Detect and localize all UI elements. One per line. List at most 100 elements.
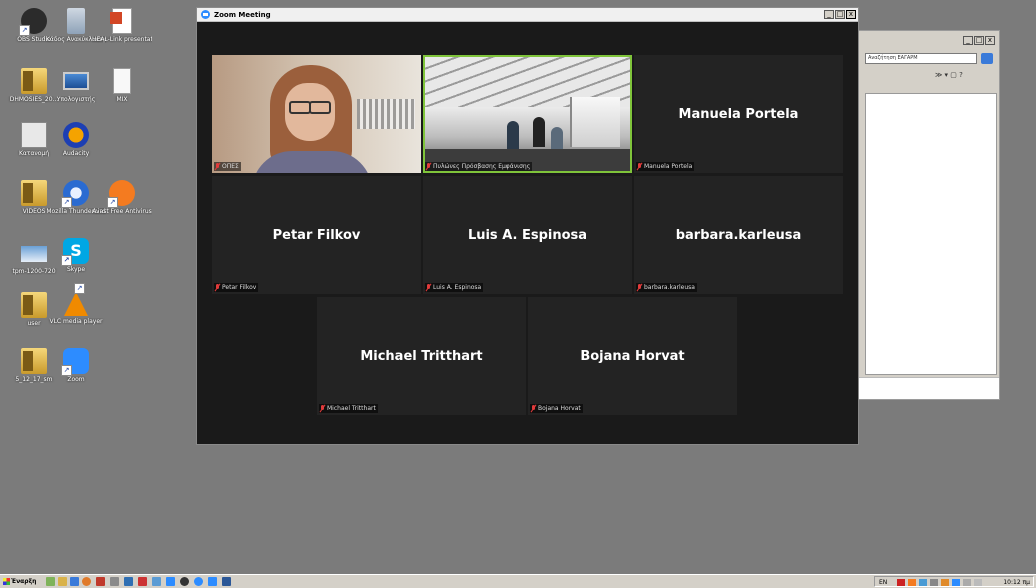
desktop-icon-avast[interactable]: Avast Free Antivirus	[92, 180, 152, 215]
participant-display-name: barbara.karleusa	[675, 227, 802, 243]
mic-muted-icon	[426, 284, 431, 291]
language-indicator[interactable]: EN	[879, 577, 887, 588]
minimize-button[interactable]: _	[963, 36, 973, 45]
desktop-icon-zoom[interactable]: Zoom	[46, 348, 106, 383]
image-file-icon	[21, 246, 47, 262]
participant-name: barbara.karleusa	[644, 284, 695, 291]
participant-name-tag: Michael Tritthart	[319, 404, 378, 413]
participant-name-tag: Luis A. Espinosa	[425, 283, 484, 292]
mic-muted-icon	[531, 405, 536, 412]
powerpoint-file-icon	[110, 8, 132, 34]
network-icon[interactable]	[919, 579, 927, 586]
desktop-icon-label: MIX	[116, 96, 128, 103]
background-explorer-window[interactable]: _ □ x Αναζήτηση ΕΑΓΑΡΜ ≫ ▾ ▢ ?	[858, 30, 1000, 400]
participant-name-tag: ΟΠΕΣ	[214, 162, 241, 171]
participant-name: Petar Filkov	[222, 284, 257, 291]
firefox-icon[interactable]	[82, 577, 91, 586]
participant-name: Luis A. Espinosa	[433, 284, 482, 291]
app-icon[interactable]	[110, 577, 119, 586]
avast-icon[interactable]	[908, 579, 916, 586]
maximize-button[interactable]: □	[974, 36, 984, 45]
participant-name: Michael Tritthart	[327, 405, 376, 412]
desktop-icon-mix[interactable]: MIX	[92, 68, 152, 103]
participant-name: Manuela Portela	[644, 163, 693, 170]
desktop-icon-label: Avast Free Antivirus	[92, 208, 152, 215]
app-icon[interactable]	[124, 577, 133, 586]
participant-tile[interactable]: Manuela Portela Manuela Portela	[634, 55, 843, 173]
search-input[interactable]: Αναζήτηση ΕΑΓΑΡΜ	[865, 53, 977, 64]
desktop-icon-label: VLC media player	[49, 318, 103, 325]
participant-name: Bojana Horvat	[538, 405, 581, 412]
participant-tile[interactable]: Bojana Horvat Bojana Horvat	[528, 297, 737, 415]
maximize-button[interactable]: □	[835, 10, 845, 19]
participant-display-name: Manuela Portela	[678, 106, 799, 122]
thunderbird-icon	[61, 180, 89, 208]
system-tray: EN 10:12 πμ	[874, 576, 1034, 587]
close-button[interactable]: x	[846, 10, 856, 19]
zoom-logo-icon	[201, 10, 210, 19]
participant-display-name: Michael Tritthart	[360, 348, 483, 364]
title-bar[interactable]: Zoom Meeting _ □ x	[197, 8, 858, 22]
word-icon[interactable]	[222, 577, 231, 586]
desktop-icon-vlc[interactable]: VLC media player	[46, 283, 106, 325]
folder-icon	[21, 180, 47, 206]
clock[interactable]: 10:12 πμ	[1003, 577, 1030, 588]
minimize-button[interactable]: _	[824, 10, 834, 19]
folder-icon	[21, 292, 47, 318]
obs-icon	[19, 8, 47, 36]
participant-tile[interactable]: Michael Tritthart Michael Tritthart	[317, 297, 526, 415]
browser-icon[interactable]	[70, 577, 79, 586]
app-icon[interactable]	[930, 579, 938, 586]
mic-muted-icon	[426, 163, 431, 170]
zoom-icon[interactable]	[208, 577, 217, 586]
desktop-icon-label: Zoom	[67, 376, 85, 383]
obs-icon[interactable]	[180, 577, 189, 586]
start-button[interactable]: Έναρξη	[2, 576, 40, 587]
mic-muted-icon	[637, 163, 642, 170]
document-icon	[21, 122, 47, 148]
participant-tile[interactable]: ΟΠΕΣ	[212, 55, 421, 173]
participant-tile[interactable]: Petar Filkov Petar Filkov	[212, 176, 421, 294]
pdf-icon[interactable]	[138, 577, 147, 586]
app-icon[interactable]	[941, 579, 949, 586]
app-icon[interactable]	[166, 577, 175, 586]
participant-tile-active-speaker[interactable]: Πυλώνες Πρόσβασης Εμφάνισης	[423, 55, 632, 173]
participant-tile[interactable]: Luis A. Espinosa Luis A. Espinosa	[423, 176, 632, 294]
participant-video	[425, 57, 630, 171]
participant-display-name: Petar Filkov	[272, 227, 361, 243]
show-desktop-icon[interactable]	[46, 577, 55, 586]
toolbar[interactable]: ≫ ▾ ▢ ?	[935, 71, 963, 79]
close-button[interactable]: x	[985, 36, 995, 45]
pdf-icon[interactable]	[897, 579, 905, 586]
participant-name-tag: Manuela Portela	[636, 162, 695, 171]
volume-icon[interactable]	[963, 579, 971, 586]
folder-icon[interactable]	[58, 577, 67, 586]
skype-icon: S	[61, 238, 89, 266]
desktop-icon-skype[interactable]: S Skype	[46, 238, 106, 273]
vlc-icon	[64, 283, 88, 316]
document-icon	[113, 68, 131, 94]
content-pane	[865, 93, 997, 375]
zoom-meeting-window[interactable]: Zoom Meeting _ □ x ΟΠΕΣ Πυλώνες Πρόσβαση…	[196, 7, 859, 445]
mic-muted-icon	[637, 284, 642, 291]
window-title: Zoom Meeting	[214, 11, 271, 19]
participant-display-name: Bojana Horvat	[580, 348, 685, 364]
audacity-icon	[63, 122, 89, 148]
recycle-bin-icon	[67, 8, 85, 34]
media-icon[interactable]	[96, 577, 105, 586]
desktop-icon-audacity[interactable]: Audacity	[46, 122, 106, 157]
participant-tile[interactable]: barbara.karleusa barbara.karleusa	[634, 176, 843, 294]
taskbar: Έναρξη EN 10:12 πμ	[0, 574, 1036, 588]
app-icon[interactable]	[152, 577, 161, 586]
app-icon[interactable]	[194, 577, 203, 586]
flag-icon[interactable]	[974, 579, 982, 586]
zoom-icon[interactable]	[952, 579, 960, 586]
window-controls: _ □ x	[963, 36, 995, 45]
search-icon[interactable]	[981, 53, 993, 64]
desktop-icon-heal-link[interactable]: HEAL-Link presentation_...	[92, 8, 152, 43]
participant-name-tag: Πυλώνες Πρόσβασης Εμφάνισης	[425, 162, 533, 171]
zoom-icon	[61, 348, 89, 376]
participant-name: Πυλώνες Πρόσβασης Εμφάνισης	[433, 163, 531, 170]
window-controls: _ □ x	[824, 10, 856, 19]
folder-icon	[21, 68, 47, 94]
